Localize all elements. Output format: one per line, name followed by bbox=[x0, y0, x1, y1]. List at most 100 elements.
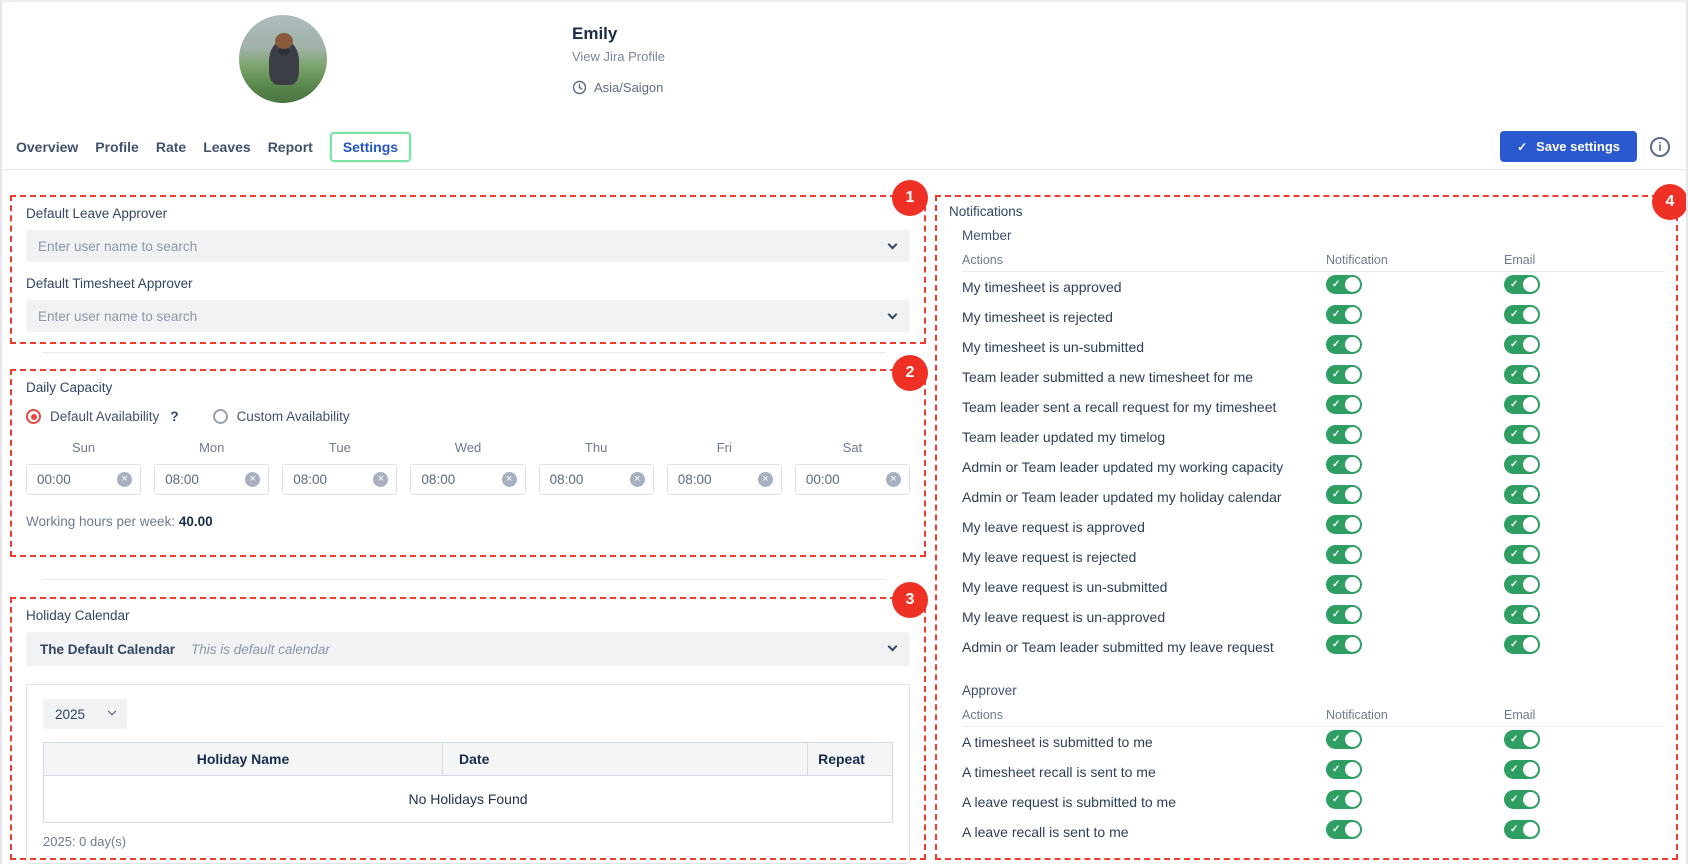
check-icon: ✓ bbox=[1332, 520, 1340, 530]
clear-icon[interactable]: × bbox=[758, 472, 773, 487]
check-icon: ✓ bbox=[1332, 795, 1340, 805]
notification-row: Admin or Team leader updated my working … bbox=[962, 452, 1664, 482]
leave-approver-search-input[interactable] bbox=[38, 239, 829, 254]
notification-toggle[interactable]: ✓ bbox=[1326, 305, 1362, 324]
email-toggle[interactable]: ✓ bbox=[1504, 515, 1540, 534]
time-value-input[interactable] bbox=[806, 472, 886, 487]
email-toggle[interactable]: ✓ bbox=[1504, 335, 1540, 354]
tab-overview[interactable]: Overview bbox=[16, 139, 78, 155]
time-input-mon[interactable]: × bbox=[154, 464, 269, 495]
notification-toggle[interactable]: ✓ bbox=[1326, 730, 1362, 749]
notification-toggle[interactable]: ✓ bbox=[1326, 425, 1362, 444]
time-input-sun[interactable]: × bbox=[26, 464, 141, 495]
email-toggle[interactable]: ✓ bbox=[1504, 275, 1540, 294]
clear-icon[interactable]: × bbox=[502, 472, 517, 487]
time-value-input[interactable] bbox=[37, 472, 117, 487]
notification-toggle[interactable]: ✓ bbox=[1326, 395, 1362, 414]
time-input-sat[interactable]: × bbox=[795, 464, 910, 495]
action-label: My leave request is un-submitted bbox=[962, 579, 1326, 595]
email-toggle-cell: ✓ bbox=[1504, 425, 1664, 449]
leave-approver-select[interactable] bbox=[26, 230, 910, 262]
notification-toggle[interactable]: ✓ bbox=[1326, 605, 1362, 624]
email-toggle[interactable]: ✓ bbox=[1504, 365, 1540, 384]
notification-toggle[interactable]: ✓ bbox=[1326, 335, 1362, 354]
radio-unselected-icon[interactable] bbox=[213, 409, 228, 424]
tab-report[interactable]: Report bbox=[268, 139, 313, 155]
save-settings-button[interactable]: ✓ Save settings bbox=[1500, 131, 1637, 162]
time-value-input[interactable] bbox=[678, 472, 758, 487]
time-input-wed[interactable]: × bbox=[410, 464, 525, 495]
notification-toggle[interactable]: ✓ bbox=[1326, 790, 1362, 809]
notification-toggle[interactable]: ✓ bbox=[1326, 575, 1362, 594]
notification-toggle[interactable]: ✓ bbox=[1326, 485, 1362, 504]
notification-toggle[interactable]: ✓ bbox=[1326, 760, 1362, 779]
clear-icon[interactable]: × bbox=[117, 472, 132, 487]
toggle-knob bbox=[1523, 517, 1538, 532]
time-value-input[interactable] bbox=[165, 472, 245, 487]
email-toggle[interactable]: ✓ bbox=[1504, 790, 1540, 809]
view-jira-profile-link[interactable]: View Jira Profile bbox=[572, 49, 665, 64]
clock-icon bbox=[572, 80, 587, 95]
notification-toggle[interactable]: ✓ bbox=[1326, 820, 1362, 839]
radio-selected-icon[interactable] bbox=[26, 409, 41, 424]
email-toggle[interactable]: ✓ bbox=[1504, 485, 1540, 504]
email-toggle[interactable]: ✓ bbox=[1504, 730, 1540, 749]
toggle-knob bbox=[1345, 307, 1360, 322]
email-toggle-cell: ✓ bbox=[1504, 275, 1664, 299]
day-column-tue: Tue× bbox=[282, 440, 397, 495]
time-input-tue[interactable]: × bbox=[282, 464, 397, 495]
notification-toggle[interactable]: ✓ bbox=[1326, 275, 1362, 294]
custom-availability-radio[interactable]: Custom Availability bbox=[213, 409, 350, 424]
default-leave-approver-label: Default Leave Approver bbox=[26, 206, 910, 221]
time-input-fri[interactable]: × bbox=[667, 464, 782, 495]
email-toggle[interactable]: ✓ bbox=[1504, 820, 1540, 839]
clear-icon[interactable]: × bbox=[245, 472, 260, 487]
email-toggle[interactable]: ✓ bbox=[1504, 605, 1540, 624]
notification-toggle[interactable]: ✓ bbox=[1326, 455, 1362, 474]
default-availability-radio[interactable]: Default Availability ? bbox=[26, 409, 179, 424]
notification-toggle-cell: ✓ bbox=[1326, 305, 1504, 329]
email-toggle[interactable]: ✓ bbox=[1504, 760, 1540, 779]
clear-icon[interactable]: × bbox=[886, 472, 901, 487]
email-toggle[interactable]: ✓ bbox=[1504, 395, 1540, 414]
tab-leaves[interactable]: Leaves bbox=[203, 139, 250, 155]
check-icon: ✓ bbox=[1510, 580, 1518, 590]
email-toggle-cell: ✓ bbox=[1504, 790, 1664, 814]
notification-toggle[interactable]: ✓ bbox=[1326, 365, 1362, 384]
check-icon: ✓ bbox=[1332, 400, 1340, 410]
email-toggle[interactable]: ✓ bbox=[1504, 545, 1540, 564]
email-toggle-cell: ✓ bbox=[1504, 545, 1664, 569]
year-select[interactable]: 2025 bbox=[43, 699, 127, 729]
time-value-input[interactable] bbox=[550, 472, 630, 487]
timesheet-approver-search-input[interactable] bbox=[38, 309, 829, 324]
email-toggle[interactable]: ✓ bbox=[1504, 305, 1540, 324]
notification-toggle[interactable]: ✓ bbox=[1326, 635, 1362, 654]
tab-settings[interactable]: Settings bbox=[330, 132, 411, 162]
tab-profile[interactable]: Profile bbox=[95, 139, 139, 155]
clear-icon[interactable]: × bbox=[630, 472, 645, 487]
time-input-thu[interactable]: × bbox=[539, 464, 654, 495]
check-icon: ✓ bbox=[1332, 340, 1340, 350]
action-label: Admin or Team leader updated my working … bbox=[962, 459, 1326, 475]
email-toggle[interactable]: ✓ bbox=[1504, 635, 1540, 654]
notification-toggle[interactable]: ✓ bbox=[1326, 545, 1362, 564]
empty-table-message: No Holidays Found bbox=[44, 776, 893, 823]
toggle-knob bbox=[1523, 547, 1538, 562]
time-value-input[interactable] bbox=[293, 472, 373, 487]
info-icon[interactable]: i bbox=[1650, 137, 1670, 157]
email-toggle[interactable]: ✓ bbox=[1504, 575, 1540, 594]
email-toggle-cell: ✓ bbox=[1504, 575, 1664, 599]
timesheet-approver-select[interactable] bbox=[26, 300, 910, 332]
check-icon: ✓ bbox=[1510, 340, 1518, 350]
notification-toggle[interactable]: ✓ bbox=[1326, 515, 1362, 534]
check-icon: ✓ bbox=[1510, 610, 1518, 620]
help-icon[interactable]: ? bbox=[170, 409, 178, 424]
clear-icon[interactable]: × bbox=[373, 472, 388, 487]
email-toggle[interactable]: ✓ bbox=[1504, 455, 1540, 474]
save-settings-label: Save settings bbox=[1536, 139, 1620, 154]
tab-rate[interactable]: Rate bbox=[156, 139, 186, 155]
holiday-calendar-select[interactable]: The Default Calendar This is default cal… bbox=[26, 632, 910, 666]
notification-row: Admin or Team leader updated my holiday … bbox=[962, 482, 1664, 512]
email-toggle[interactable]: ✓ bbox=[1504, 425, 1540, 444]
time-value-input[interactable] bbox=[421, 472, 501, 487]
